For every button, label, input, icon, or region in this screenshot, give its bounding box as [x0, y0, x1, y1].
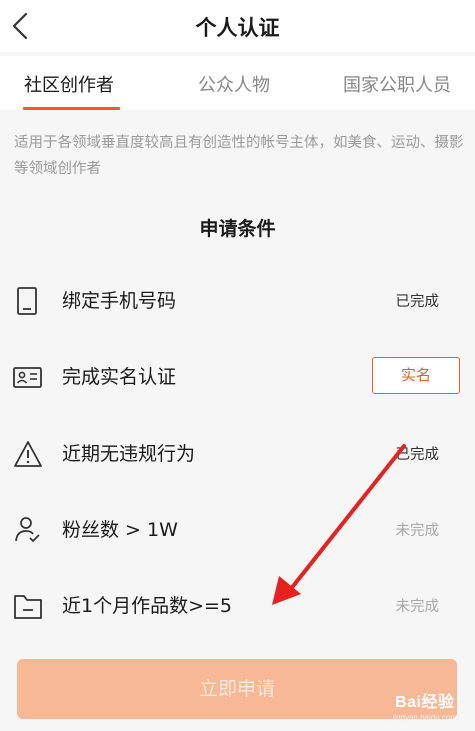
watermark-url: jingyan.baidu.com [392, 713, 457, 722]
status-completed: 已完成 [395, 294, 440, 310]
realname-button[interactable]: 实名 [372, 357, 460, 394]
tab-public-official[interactable]: 国家公职人员 [343, 71, 451, 97]
conditions-title: 申请条件 [199, 218, 276, 240]
condition-label: 绑定手机号码 [62, 290, 177, 312]
nav-bar: 个人认证 [0, 0, 475, 52]
page-title: 个人认证 [195, 16, 280, 40]
apply-now-button[interactable]: 立即申请 [17, 659, 457, 719]
status-completed: 已完成 [395, 447, 440, 463]
tab-public-figure[interactable]: 公众人物 [198, 71, 270, 97]
phone-icon [12, 286, 44, 316]
id-card-icon [12, 362, 44, 392]
tab-bar: 社区创作者 公众人物 国家公职人员 [0, 56, 475, 110]
condition-label: 粉丝数 > 1W [62, 519, 178, 541]
folder-icon [12, 591, 44, 621]
condition-row-followers: 粉丝数 > 1W 未完成 [0, 499, 475, 559]
active-tab-indicator [23, 107, 120, 110]
user-check-icon [12, 515, 44, 545]
tab-community-creator[interactable]: 社区创作者 [24, 71, 114, 97]
condition-row-phone: 绑定手机号码 已完成 [0, 270, 475, 330]
condition-label: 近期无违规行为 [62, 443, 196, 465]
condition-label: 完成实名认证 [62, 366, 177, 388]
status-incomplete: 未完成 [395, 599, 440, 615]
baidu-watermark: Bai经验 jingyan.baidu.com [393, 688, 457, 722]
watermark-logo: Bai经验 [395, 694, 455, 711]
condition-label: 近1个月作品数>=5 [62, 595, 233, 617]
condition-row-violation: 近期无违规行为 已完成 [0, 423, 475, 483]
status-incomplete: 未完成 [395, 523, 440, 539]
warning-icon [12, 439, 44, 469]
condition-row-works: 近1个月作品数>=5 未完成 [0, 575, 475, 635]
category-description: 适用于各领域垂直度较高且有创造性的帐号主体，如美食、运动、摄影等领域创作者 [14, 135, 464, 177]
